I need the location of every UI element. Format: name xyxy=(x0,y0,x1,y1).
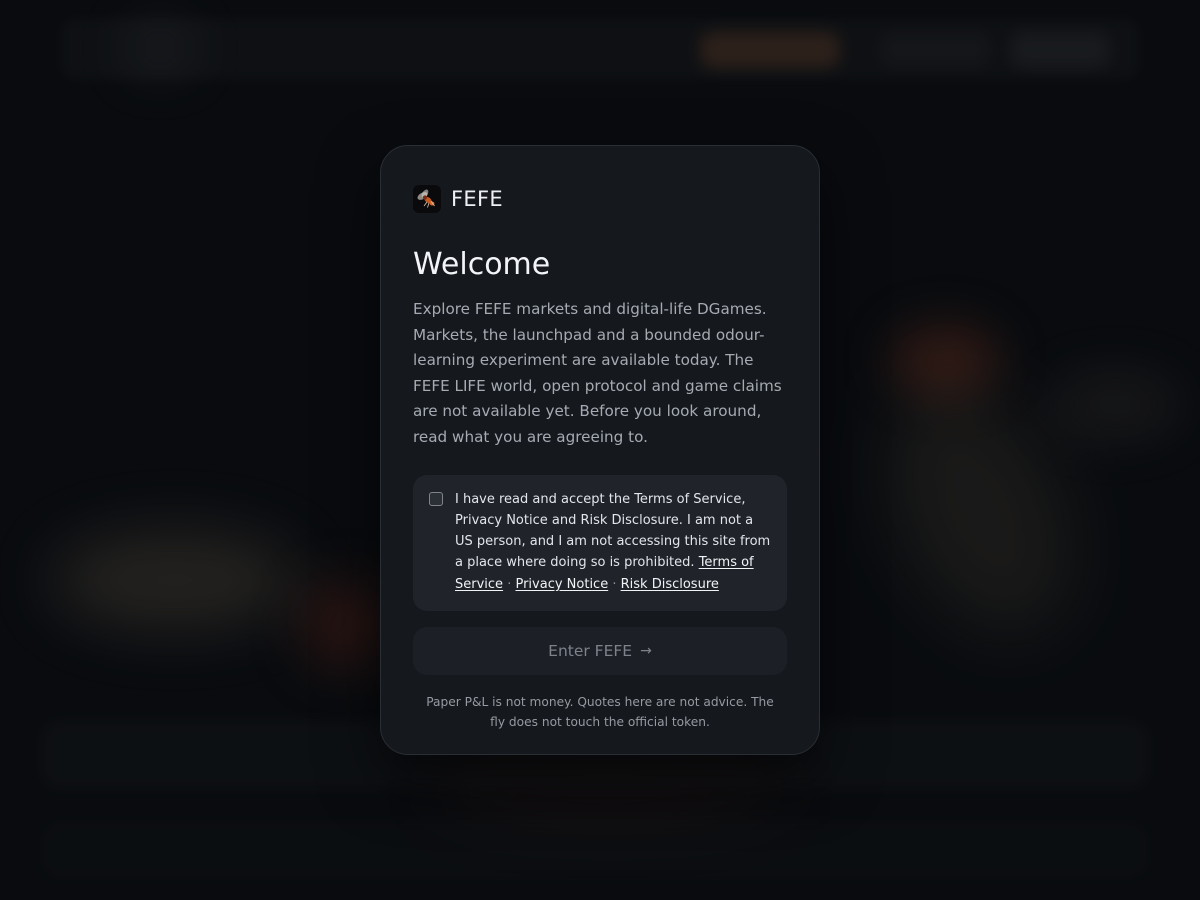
consent-box: I have read and accept the Terms of Serv… xyxy=(413,474,787,612)
enter-button-label: Enter FEFE xyxy=(548,642,633,661)
brand-header: FEFE xyxy=(413,185,787,213)
privacy-notice-link[interactable]: Privacy Notice xyxy=(515,577,608,592)
brand-name: FEFE xyxy=(451,187,503,211)
link-separator: · xyxy=(612,576,617,592)
fly-icon xyxy=(413,185,441,213)
consent-text: I have read and accept the Terms of Serv… xyxy=(455,489,771,595)
consent-checkbox[interactable] xyxy=(429,491,443,506)
arrow-right-icon: → xyxy=(640,643,652,660)
disclaimer-text: Paper P&L is not money. Quotes here are … xyxy=(426,695,774,730)
welcome-dialog: FEFE Welcome Explore FEFE markets and di… xyxy=(380,145,820,755)
enter-button[interactable]: Enter FEFE → xyxy=(413,627,787,676)
link-separator: · xyxy=(507,576,512,592)
risk-disclosure-link[interactable]: Risk Disclosure xyxy=(621,577,719,592)
page-title: Welcome xyxy=(413,247,551,282)
intro-text: Explore FEFE markets and digital-life DG… xyxy=(413,300,782,446)
